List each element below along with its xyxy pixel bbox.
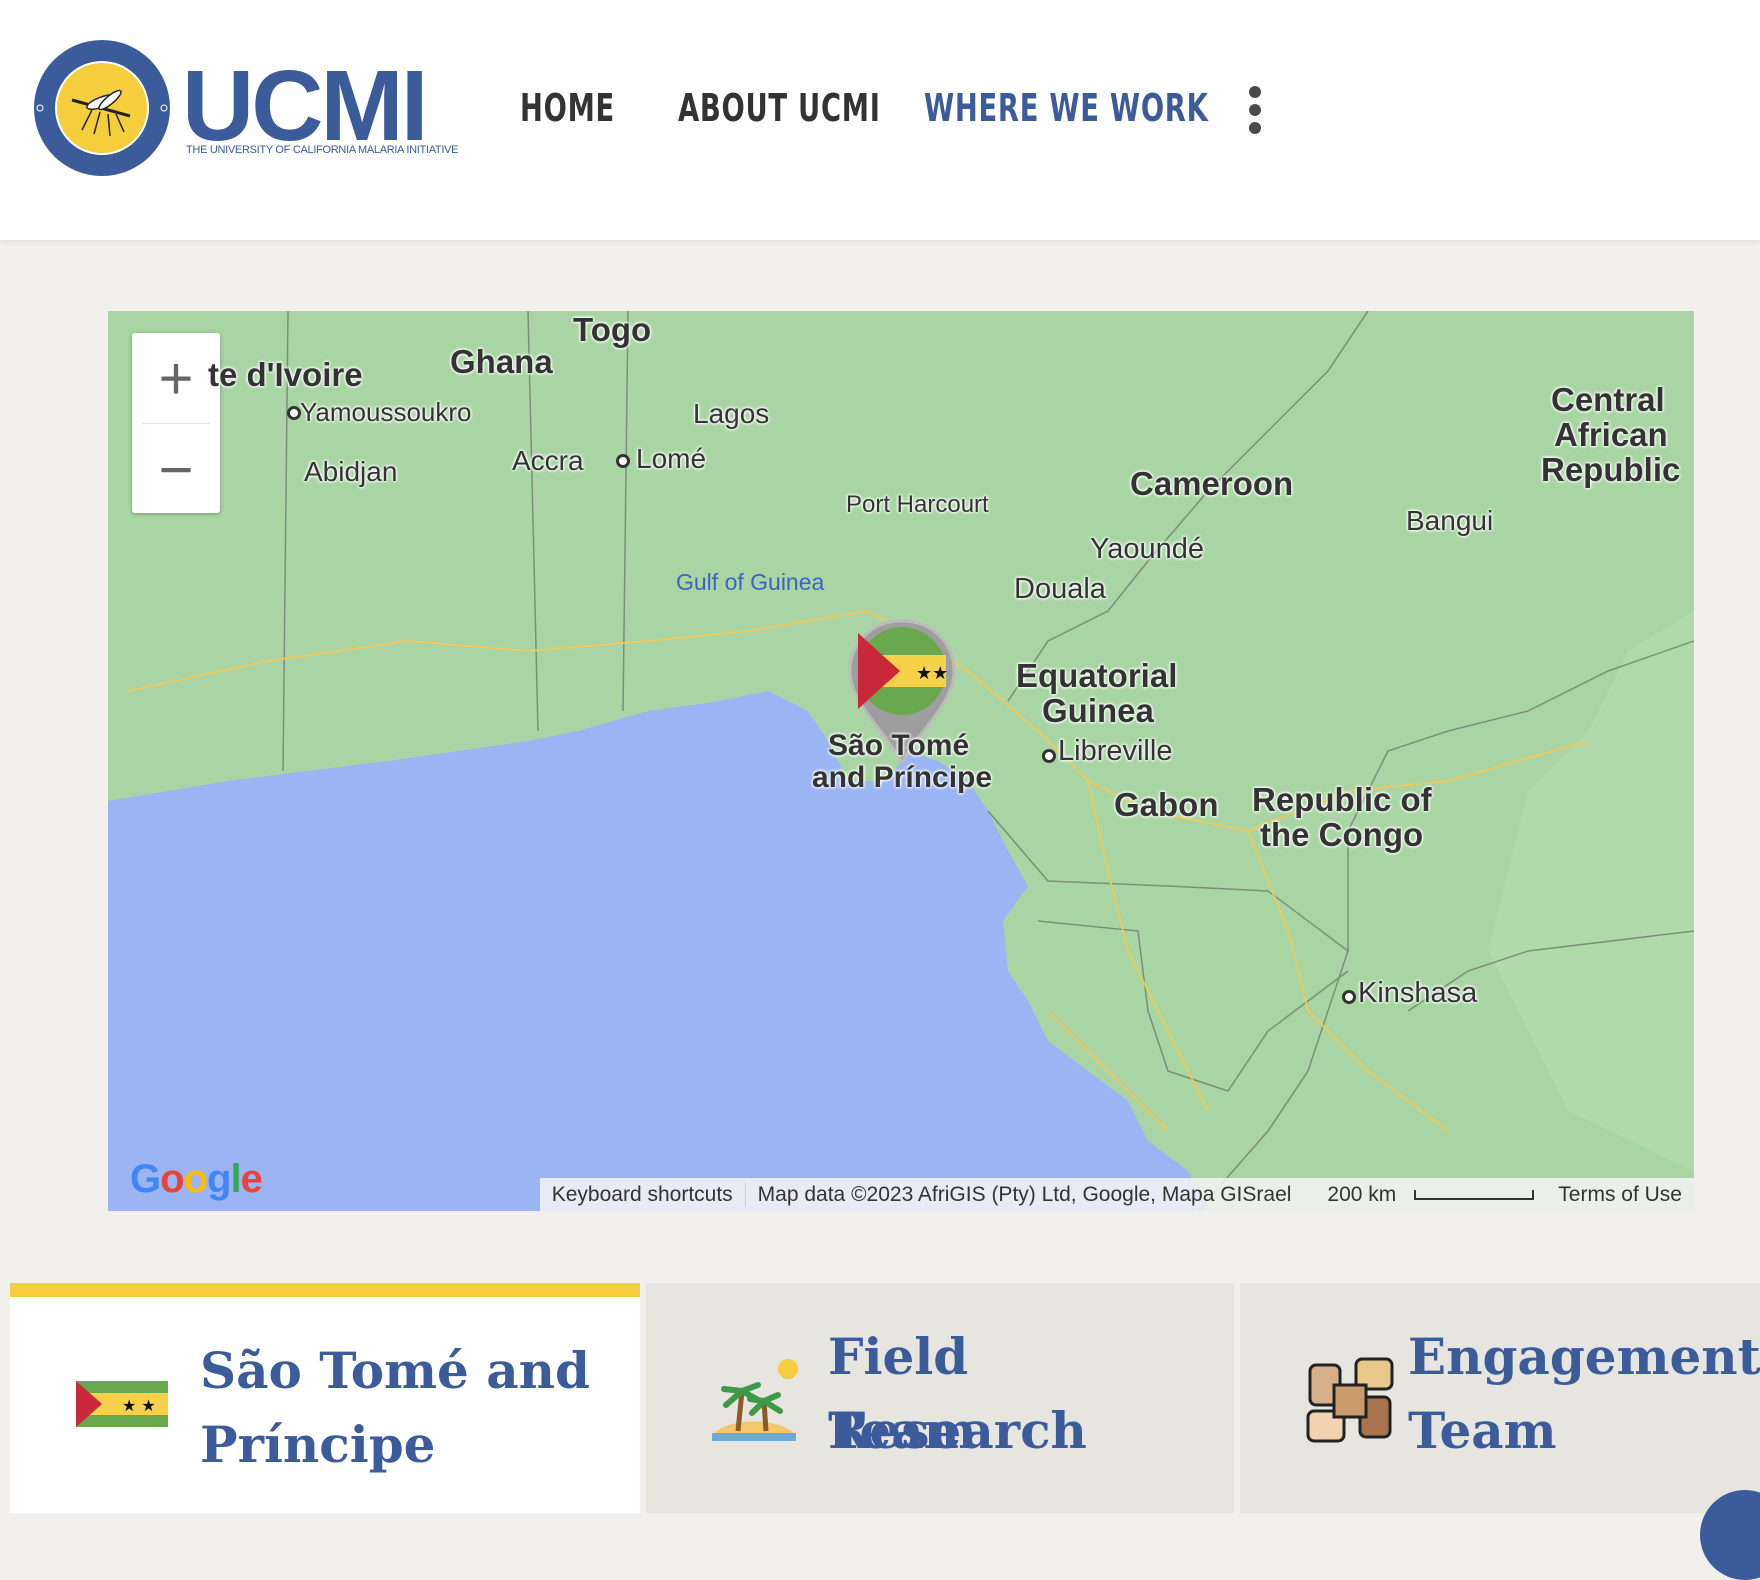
zoom-controls: + −: [132, 333, 220, 513]
scale-label: 200 km: [1327, 1182, 1397, 1206]
map-label-yaounde: Yaoundé: [1090, 533, 1204, 565]
svg-text:★★: ★★: [916, 663, 948, 684]
card-title-line1: Engagement: [1408, 1327, 1760, 1386]
map-label-gabon: Gabon: [1114, 786, 1219, 823]
card-title-line2: Team: [1408, 1401, 1557, 1460]
card-field-research-team[interactable]: Field Research Team: [646, 1283, 1234, 1513]
map-label-lagos: Lagos: [693, 398, 770, 429]
map-label-lome: Lomé: [636, 443, 707, 474]
card-sao-tome[interactable]: ★ ★ São Tomé and Príncipe: [10, 1283, 640, 1513]
hands-icon: [1306, 1357, 1394, 1443]
card-title-line2: Team: [828, 1401, 977, 1460]
map-label-car-line2: African: [1554, 416, 1668, 453]
logo-subtitle: THE UNIVERSITY OF CALIFORNIA MALARIA INI…: [186, 144, 459, 156]
map-label-car-line3: Republic: [1541, 451, 1681, 488]
map-label-congo-line1: Republic of: [1252, 781, 1432, 818]
terms-of-use-link[interactable]: Terms of Use: [1546, 1183, 1694, 1207]
scale-indicator[interactable]: 200 km: [1303, 1183, 1546, 1207]
map-label-douala: Douala: [1014, 573, 1106, 605]
map-label-yamoussoukro: Yamoussoukro: [300, 397, 472, 427]
map-label-cameroon: Cameroon: [1130, 465, 1294, 502]
map-label-accra: Accra: [512, 445, 584, 476]
google-logo: Google: [130, 1157, 263, 1201]
map-label-sao-tome-line2: and Príncipe: [812, 761, 993, 794]
map-label-togo: Togo: [573, 311, 652, 348]
country-cards: ★ ★ São Tomé and Príncipe Field Research…: [10, 1283, 1760, 1513]
map-label-kinshasa: Kinshasa: [1358, 977, 1478, 1009]
map-label-abidjan: Abidjan: [304, 456, 398, 487]
map-label-libreville: Libreville: [1058, 735, 1173, 767]
zoom-out-button[interactable]: −: [132, 424, 220, 514]
logo-seal-icon: [34, 40, 170, 176]
map-label-bangui: Bangui: [1406, 505, 1494, 536]
card-engagement-team[interactable]: Engagement Team: [1240, 1283, 1760, 1513]
island-icon: [712, 1359, 798, 1441]
map-attribution-bar: Keyboard shortcuts Map data ©2023 AfriGI…: [539, 1178, 1694, 1211]
map-label-ghana: Ghana: [450, 343, 553, 380]
ucmi-logo[interactable]: UCMI THE UNIVERSITY OF CALIFORNIA MALARI…: [32, 38, 458, 183]
map-label-cote-divoire: te d'Ivoire: [208, 356, 363, 393]
card-title-line2: Príncipe: [200, 1415, 436, 1474]
map-label-eq-guinea-line2: Guinea: [1042, 692, 1154, 729]
site-header: UCMI THE UNIVERSITY OF CALIFORNIA MALARI…: [0, 0, 1760, 240]
map-label-sao-tome-line1: São Tomé: [828, 729, 970, 762]
logo-wordmark: UCMI: [182, 50, 429, 162]
map-data-text: Map data ©2023 AfriGIS (Pty) Ltd, Google…: [744, 1182, 1304, 1207]
sao-tome-flag-icon: ★ ★: [76, 1381, 168, 1427]
keyboard-shortcuts-link[interactable]: Keyboard shortcuts: [540, 1183, 745, 1207]
nav-where-we-work[interactable]: WHERE WE WORK: [924, 86, 1209, 130]
map-label-gulf-of-guinea: Gulf of Guinea: [676, 569, 825, 595]
nav-about[interactable]: ABOUT UCMI: [678, 86, 881, 130]
more-menu-icon[interactable]: [1243, 86, 1267, 136]
nav-home[interactable]: HOME: [520, 86, 615, 130]
map-view[interactable]: + − te d'Ivoire Ghana Togo Yamoussoukro …: [108, 311, 1694, 1211]
zoom-in-button[interactable]: +: [132, 333, 220, 423]
map-label-port-harcourt: Port Harcourt: [846, 491, 989, 518]
map-label-car-line1: Central: [1551, 381, 1665, 418]
card-title-line1: São Tomé and: [200, 1341, 590, 1400]
svg-text:★ ★: ★ ★: [122, 1396, 156, 1415]
map-label-eq-guinea-line1: Equatorial: [1016, 657, 1178, 694]
map-label-congo-line2: the Congo: [1260, 816, 1424, 853]
